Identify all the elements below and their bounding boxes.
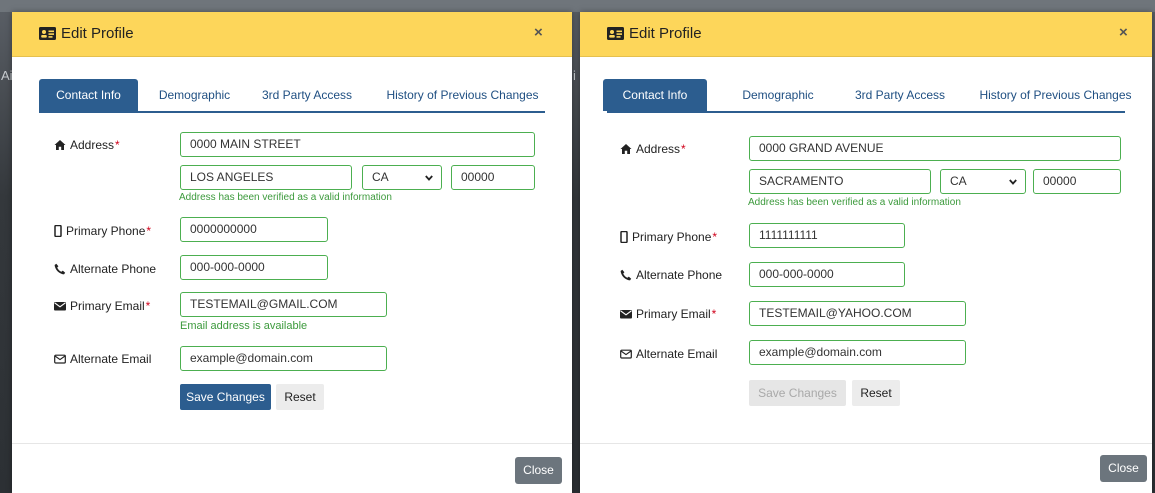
chevron-down-icon <box>425 175 433 181</box>
tab-demographic[interactable]: Demographic <box>733 79 823 111</box>
alternate-phone-label: Alternate Phone <box>620 268 722 282</box>
alternate-phone-input[interactable]: 000-000-0000 <box>749 262 905 287</box>
close-button[interactable]: Close <box>515 457 562 484</box>
backdrop-text-left: Ai <box>1 68 13 83</box>
chevron-down-icon <box>1009 179 1017 185</box>
modal-title: Edit Profile <box>39 25 134 42</box>
alternate-phone-label: Alternate Phone <box>54 262 156 276</box>
modal-header: Edit Profile × <box>12 12 572 57</box>
state-select[interactable]: CA <box>940 169 1026 194</box>
email-available-hint: Email address is available <box>180 320 308 332</box>
tab-demographic[interactable]: Demographic <box>146 79 243 111</box>
backdrop-top-strip <box>0 0 1155 12</box>
alternate-email-input[interactable]: example@domain.com <box>749 340 966 365</box>
zip-input[interactable]: 00000 <box>1033 169 1121 194</box>
envelope-icon <box>620 310 632 319</box>
street-address-input[interactable]: 0000 GRAND AVENUE <box>749 136 1121 161</box>
modal-footer-divider <box>580 443 1152 444</box>
alternate-email-label: Alternate Email <box>620 347 717 361</box>
reset-button[interactable]: Reset <box>852 380 900 406</box>
tab-contact-info[interactable]: Contact Info <box>603 79 707 111</box>
state-select-value: CA <box>372 170 389 184</box>
phone-icon <box>620 269 632 281</box>
envelope-icon <box>54 302 66 311</box>
save-changes-button[interactable]: Save Changes <box>180 384 271 410</box>
alternate-email-label: Alternate Email <box>54 352 151 366</box>
home-icon <box>54 140 66 150</box>
primary-email-label: Primary Email * <box>620 307 716 321</box>
address-verified-hint: Address has been verified as a valid inf… <box>179 192 392 203</box>
envelope-outline-icon <box>54 354 66 364</box>
profile-tabs: Contact Info Demographic 3rd Party Acces… <box>603 79 1132 113</box>
tab-3rd-party-access[interactable]: 3rd Party Access <box>252 79 362 111</box>
zip-input[interactable]: 00000 <box>451 165 535 190</box>
tab-contact-info[interactable]: Contact Info <box>39 79 138 111</box>
home-icon <box>620 144 632 154</box>
primary-phone-label: Primary Phone * <box>54 224 151 238</box>
primary-phone-input[interactable]: 1111111111 <box>749 223 905 248</box>
street-address-input[interactable]: 0000 MAIN STREET <box>180 132 535 157</box>
city-input[interactable]: LOS ANGELES <box>180 165 352 190</box>
tab-3rd-party-access[interactable]: 3rd Party Access <box>845 79 955 111</box>
edit-profile-modal-right: Edit Profile × Contact Info Demographic … <box>580 12 1152 493</box>
tab-history-of-previous-changes[interactable]: History of Previous Changes <box>973 79 1138 111</box>
mobile-phone-icon <box>54 225 62 237</box>
reset-button[interactable]: Reset <box>276 384 324 410</box>
primary-email-input[interactable]: TESTEMAIL@GMAIL.COM <box>180 292 387 317</box>
address-label: Address * <box>54 138 120 152</box>
mobile-phone-icon <box>620 231 628 243</box>
close-button[interactable]: Close <box>1100 455 1147 482</box>
id-card-icon <box>39 27 56 40</box>
modal-title: Edit Profile <box>607 25 702 42</box>
alternate-phone-input[interactable]: 000-000-0000 <box>180 255 328 280</box>
address-verified-hint: Address has been verified as a valid inf… <box>748 197 961 208</box>
state-select[interactable]: CA <box>362 165 442 190</box>
modal-header: Edit Profile × <box>580 12 1152 57</box>
address-label: Address * <box>620 142 686 156</box>
city-input[interactable]: SACRAMENTO <box>749 169 931 194</box>
save-changes-button[interactable]: Save Changes <box>749 380 846 406</box>
primary-email-input[interactable]: TESTEMAIL@YAHOO.COM <box>749 301 966 326</box>
alternate-email-input[interactable]: example@domain.com <box>180 346 387 371</box>
primary-phone-input[interactable]: 0000000000 <box>180 217 328 242</box>
edit-profile-modal-left: Edit Profile × Contact Info Demographic … <box>12 12 572 493</box>
modal-title-text: Edit Profile <box>61 25 134 42</box>
modal-title-text: Edit Profile <box>629 25 702 42</box>
backdrop-text-right: i <box>573 68 576 83</box>
modal-footer-divider <box>12 443 572 444</box>
tab-history-of-previous-changes[interactable]: History of Previous Changes <box>380 79 545 111</box>
profile-tabs: Contact Info Demographic 3rd Party Acces… <box>39 79 545 113</box>
id-card-icon <box>607 27 624 40</box>
state-select-value: CA <box>950 174 967 188</box>
modal-close-x-button[interactable]: × <box>534 25 543 41</box>
envelope-outline-icon <box>620 349 632 359</box>
primary-phone-label: Primary Phone * <box>620 230 717 244</box>
primary-email-label: Primary Email * <box>54 299 150 313</box>
modal-close-x-button[interactable]: × <box>1119 25 1128 41</box>
phone-icon <box>54 263 66 275</box>
